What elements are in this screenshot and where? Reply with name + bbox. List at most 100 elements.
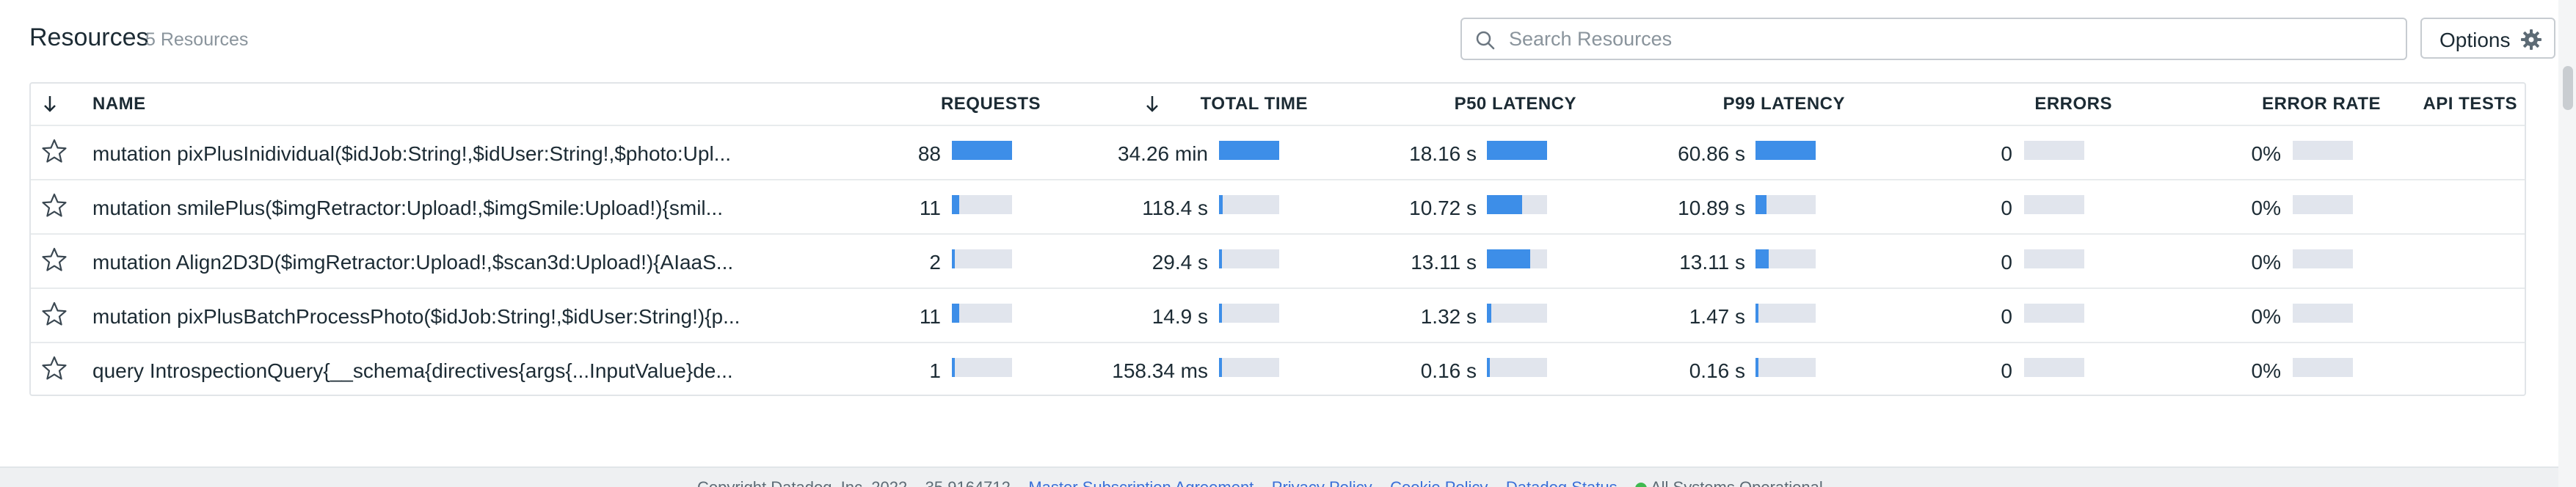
total-time-bar-fill <box>1219 195 1223 214</box>
star-icon[interactable] <box>41 355 68 381</box>
star-icon[interactable] <box>41 192 68 219</box>
column-header-p50-latency[interactable]: P50 LATENCY <box>1403 94 1576 114</box>
system-status-text: All Systems Operational <box>1651 478 1823 487</box>
p50-latency-bar-fill <box>1487 141 1547 160</box>
resource-count: 5 Resources <box>145 29 249 50</box>
errors-bar <box>2024 358 2084 377</box>
search-icon <box>1476 31 1495 50</box>
footer: Copyright Datadog, Inc. 2022 – 35.916471… <box>0 466 2576 487</box>
status-ok-icon <box>1635 483 1648 487</box>
error-rate-value: 0% <box>2251 251 2281 274</box>
p99-latency-bar <box>1755 141 1816 160</box>
column-header-total-time[interactable]: TOTAL TIME <box>1161 94 1308 114</box>
requests-bar-fill <box>952 249 955 268</box>
search-input[interactable] <box>1509 26 2390 52</box>
requests-value: 1 <box>929 359 941 382</box>
total-time-value: 34.26 min <box>1118 142 1208 165</box>
total-time-bar <box>1219 195 1279 214</box>
column-header-errors[interactable]: ERRORS <box>1939 94 2112 114</box>
gear-icon <box>2521 29 2542 50</box>
options-button[interactable]: Options <box>2420 18 2555 59</box>
requests-bar <box>952 249 1012 268</box>
p99-latency-bar-fill <box>1755 195 1767 214</box>
error-rate-bar <box>2293 358 2353 377</box>
errors-value: 0 <box>2001 305 2012 328</box>
column-header-error-rate[interactable]: ERROR RATE <box>2208 94 2381 114</box>
footer-link-status[interactable]: Datadog Status <box>1506 478 1618 487</box>
sort-arrow-icon[interactable] <box>43 94 57 114</box>
search-box[interactable] <box>1460 18 2407 60</box>
errors-value: 0 <box>2001 142 2012 165</box>
footer-link-privacy[interactable]: Privacy Policy <box>1272 478 1372 487</box>
table-row[interactable]: mutation Align2D3D($imgRetractor:Upload!… <box>31 233 2525 288</box>
errors-value: 0 <box>2001 359 2012 382</box>
p50-latency-bar <box>1487 304 1547 323</box>
total-time-bar-fill <box>1219 358 1222 377</box>
star-icon[interactable] <box>41 138 68 164</box>
error-rate-bar <box>2293 304 2353 323</box>
requests-bar <box>952 304 1012 323</box>
p50-latency-bar <box>1487 249 1547 268</box>
column-header-requests[interactable]: REQUESTS <box>867 94 1041 114</box>
footer-link-cookie[interactable]: Cookie Policy <box>1390 478 1488 487</box>
resource-name[interactable]: query IntrospectionQuery{__schema{direct… <box>92 359 753 383</box>
total-time-bar <box>1219 249 1279 268</box>
resources-header: Resources 5 Resources Options <box>29 15 2555 66</box>
requests-value: 88 <box>917 142 941 165</box>
total-time-bar-fill <box>1219 141 1279 160</box>
sort-desc-icon <box>1146 96 1158 112</box>
table-row[interactable]: mutation pixPlusInidividual($idJob:Strin… <box>31 125 2525 179</box>
p50-latency-bar-fill <box>1487 195 1522 214</box>
table-row[interactable]: query IntrospectionQuery{__schema{direct… <box>31 342 2525 396</box>
p99-latency-bar <box>1755 249 1816 268</box>
requests-bar-fill <box>952 304 959 323</box>
resource-name[interactable]: mutation pixPlusInidividual($idJob:Strin… <box>92 142 753 166</box>
scrollbar-thumb[interactable] <box>2563 66 2573 110</box>
requests-bar-fill <box>952 195 959 214</box>
p99-latency-bar <box>1755 358 1816 377</box>
p99-latency-value: 0.16 s <box>1689 359 1745 382</box>
p99-latency-bar-fill <box>1755 249 1769 268</box>
p50-latency-bar <box>1487 195 1547 214</box>
p99-latency-bar-fill <box>1755 304 1758 323</box>
table-row[interactable]: mutation smilePlus($imgRetractor:Upload!… <box>31 179 2525 233</box>
p50-latency-bar-fill <box>1487 249 1530 268</box>
p99-latency-value: 1.47 s <box>1689 305 1745 328</box>
resource-name[interactable]: mutation pixPlusBatchProcessPhoto($idJob… <box>92 305 753 329</box>
requests-bar <box>952 195 1012 214</box>
errors-bar <box>2024 249 2084 268</box>
options-label: Options <box>2439 29 2511 51</box>
p50-latency-bar-fill <box>1487 358 1490 377</box>
requests-value: 11 <box>919 305 941 328</box>
footer-text: Copyright Datadog, Inc. 2022 – 35.916471… <box>697 478 1823 487</box>
p99-latency-bar <box>1755 195 1816 214</box>
requests-bar-fill <box>952 141 1012 160</box>
total-time-bar <box>1219 304 1279 323</box>
error-rate-value: 0% <box>2251 305 2281 328</box>
table-row[interactable]: mutation pixPlusBatchProcessPhoto($idJob… <box>31 288 2525 342</box>
p50-latency-value: 0.16 s <box>1420 359 1477 382</box>
copyright-text: Copyright Datadog, Inc. 2022 – 35.916471… <box>697 478 1024 487</box>
p50-latency-bar <box>1487 141 1547 160</box>
p99-latency-bar <box>1755 304 1816 323</box>
errors-bar <box>2024 195 2084 214</box>
error-rate-value: 0% <box>2251 197 2281 219</box>
resources-table: NAME REQUESTS TOTAL TIME P50 LATENCY P99… <box>29 82 2526 396</box>
requests-bar-fill <box>952 358 955 377</box>
column-header-name[interactable]: NAME <box>92 94 146 114</box>
star-icon[interactable] <box>41 301 68 327</box>
total-time-bar-fill <box>1219 304 1222 323</box>
column-header-p99-latency[interactable]: P99 LATENCY <box>1672 94 1845 114</box>
total-time-value: 118.4 s <box>1142 197 1208 219</box>
errors-bar <box>2024 141 2084 160</box>
star-icon[interactable] <box>41 246 68 273</box>
resource-name[interactable]: mutation Align2D3D($imgRetractor:Upload!… <box>92 251 753 274</box>
resource-name[interactable]: mutation smilePlus($imgRetractor:Upload!… <box>92 197 753 220</box>
requests-value: 11 <box>919 197 941 219</box>
p50-latency-value: 1.32 s <box>1420 305 1477 328</box>
footer-link-msa[interactable]: Master Subscription Agreement <box>1028 478 1254 487</box>
requests-bar <box>952 141 1012 160</box>
column-header-api-tests[interactable]: API TESTS <box>2376 94 2517 114</box>
error-rate-bar <box>2293 195 2353 214</box>
total-time-bar <box>1219 358 1279 377</box>
